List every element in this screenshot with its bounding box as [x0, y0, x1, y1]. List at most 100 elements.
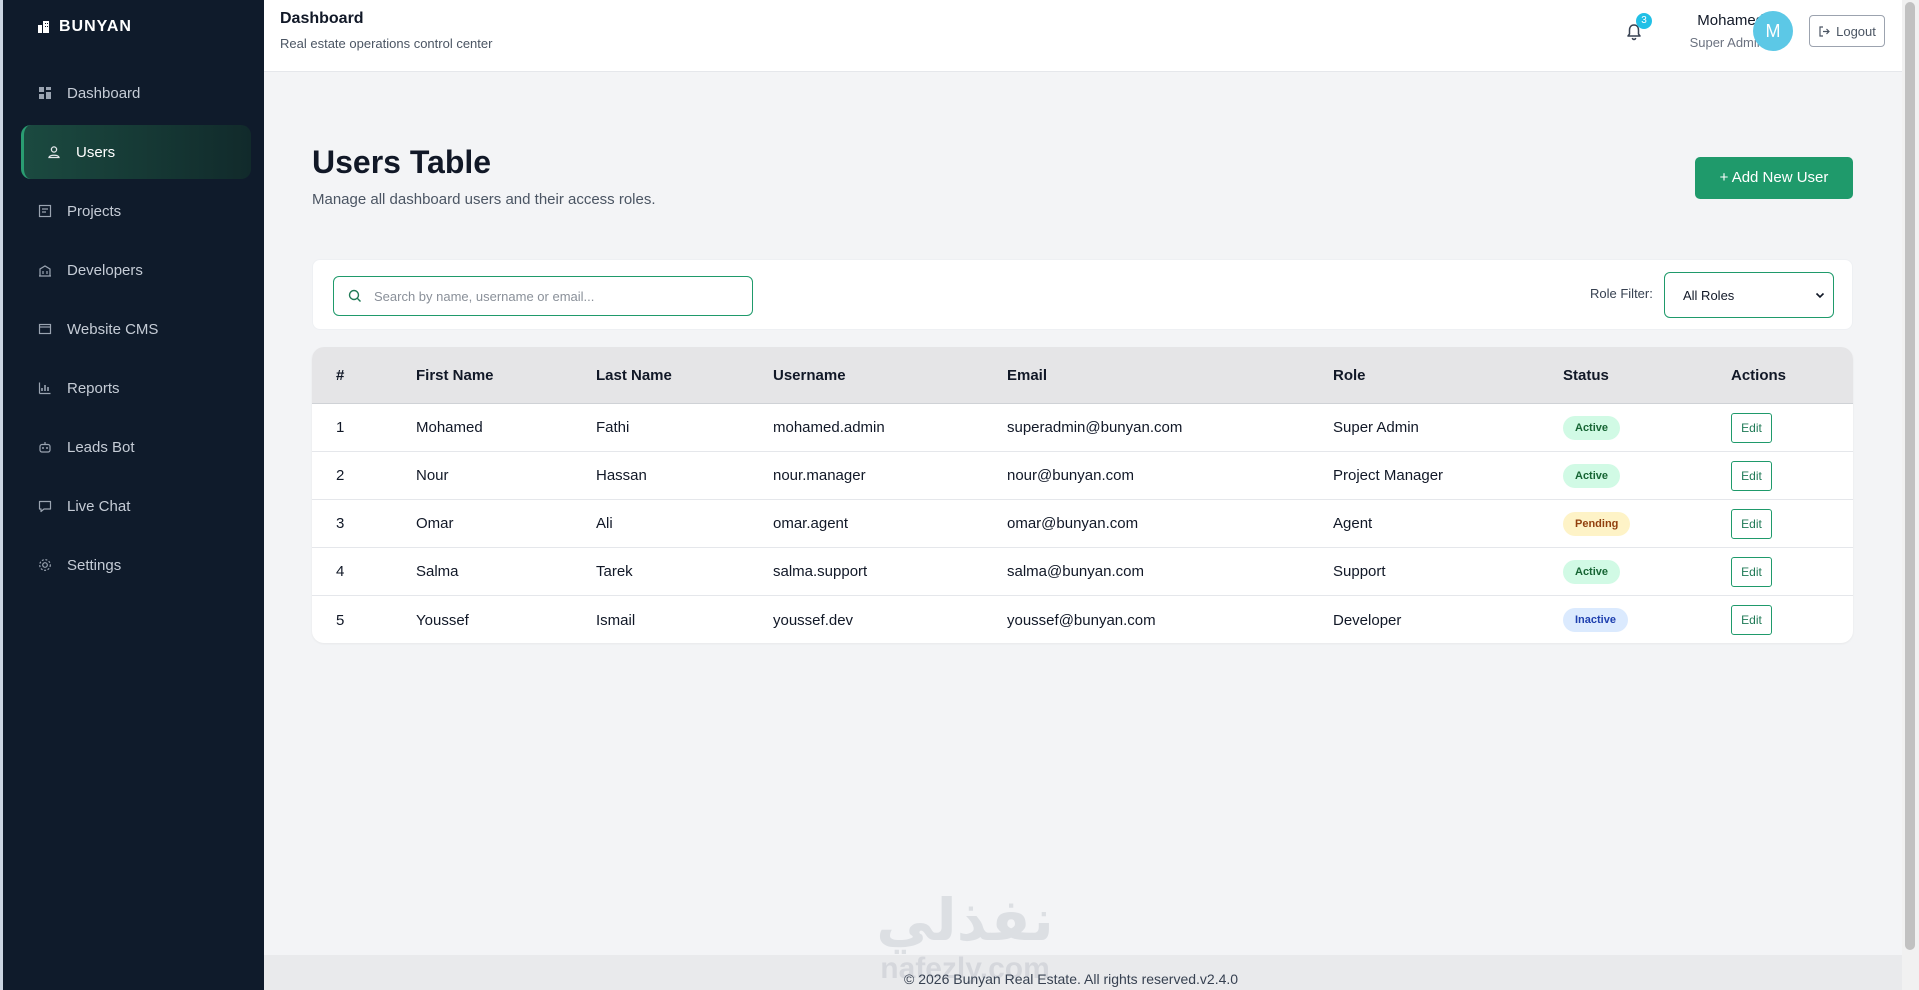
page-subtitle: Manage all dashboard users and their acc… [312, 191, 656, 208]
status-cell: Active [1563, 559, 1731, 584]
brand-logo[interactable]: BUNYAN [37, 18, 132, 36]
email-cell: salma@bunyan.com [1007, 563, 1144, 580]
building-logo-icon [38, 21, 49, 33]
sidebar-item-label: Website CMS [67, 320, 159, 338]
chart-icon [37, 380, 53, 396]
scrollbar-thumb[interactable] [1905, 2, 1915, 950]
status-cell: Active [1563, 415, 1731, 440]
page-header-subtitle: Real estate operations control center [280, 36, 493, 51]
role-cell: Agent [1333, 515, 1373, 532]
sidebar: BUNYAN Dashboard Users Projects Developers W… [0, 0, 264, 990]
page-header-title: Dashboard [280, 10, 364, 27]
role-cell: Developer [1333, 611, 1402, 629]
username-cell: youssef.dev [773, 611, 854, 629]
notification-badge: 3 [1636, 13, 1652, 29]
last-name-cell: Hassan [596, 467, 647, 484]
footer-text: © 2026 Bunyan Real Estate. All rights re… [904, 971, 1239, 987]
users-icon [46, 144, 62, 160]
email-cell: superadmin@bunyan.com [1007, 419, 1183, 436]
table-body: 1 Mohamed Fathi mohamed.admin superadmin@bun… [312, 404, 1853, 643]
row-number: 1 [336, 419, 345, 436]
sidebar-item-developers[interactable]: Developers [21, 243, 251, 297]
sidebar-item-live-chat[interactable]: Live Chat [21, 479, 251, 533]
username-cell: omar.agent [773, 515, 849, 532]
sidebar-item-label: Live Chat [67, 497, 131, 515]
search-box[interactable] [333, 276, 753, 316]
column-header: Email [1007, 366, 1048, 384]
edit-button[interactable]: Edit [1731, 460, 1772, 491]
table-row: 2 Nour Hassan nour.manager nour@bunyan.com Pr… [312, 452, 1853, 500]
edit-button[interactable]: Edit [1731, 556, 1772, 587]
filter-bar: Role Filter: All Roles [312, 259, 1853, 330]
table-row: 1 Mohamed Fathi mohamed.admin superadmin@bun… [312, 404, 1853, 452]
gear-icon [37, 557, 53, 573]
first-name-cell: Mohamed [416, 419, 483, 436]
logout-button[interactable]: Logout [1809, 15, 1885, 47]
sidebar-item-leads-bot[interactable]: Leads Bot [21, 420, 251, 474]
status-cell: Pending [1563, 511, 1731, 536]
email-cell: omar@bunyan.com [1007, 515, 1139, 532]
sidebar-item-website-cms[interactable]: Website CMS [21, 302, 251, 356]
edit-button[interactable]: Edit [1731, 605, 1772, 635]
topbar: Dashboard Real estate operations control… [264, 0, 1902, 72]
row-number: 3 [336, 515, 345, 532]
column-header: First Name [416, 366, 494, 384]
sidebar-item-reports[interactable]: Reports [21, 361, 251, 415]
column-header: Last Name [596, 366, 672, 384]
status-badge: Active [1563, 415, 1621, 440]
last-name-cell: Ali [596, 515, 613, 532]
sidebar-item-projects[interactable]: Projects [21, 184, 251, 238]
sidebar-item-label: Dashboard [67, 84, 141, 102]
first-name-cell: Salma [416, 563, 459, 580]
status-cell: Inactive [1563, 608, 1731, 632]
column-header: Actions [1731, 366, 1787, 384]
row-number: 4 [336, 563, 345, 580]
last-name-cell: Tarek [596, 563, 633, 580]
projects-icon [37, 203, 53, 219]
actions-cell: Edit [1731, 605, 1851, 635]
first-name-cell: Youssef [416, 611, 469, 629]
search-input[interactable] [374, 288, 734, 304]
column-header: Role [1333, 366, 1366, 384]
actions-cell: Edit [1731, 412, 1851, 443]
add-user-button[interactable]: + Add New User [1695, 157, 1853, 199]
status-badge: Active [1563, 463, 1621, 488]
cms-icon [37, 321, 53, 337]
actions-cell: Edit [1731, 508, 1851, 539]
status-badge: Active [1563, 559, 1621, 584]
building-icon [37, 262, 53, 278]
avatar[interactable]: M [1753, 11, 1793, 51]
status-badge: Inactive [1563, 608, 1628, 632]
sidebar-item-label: Projects [67, 202, 122, 220]
sidebar-nav: Dashboard Users Projects Developers Website … [21, 66, 251, 597]
edit-button[interactable]: Edit [1731, 508, 1772, 539]
email-cell: nour@bunyan.com [1007, 467, 1134, 484]
sidebar-item-settings[interactable]: Settings [21, 538, 251, 592]
column-header: Username [773, 366, 846, 384]
chat-icon [37, 498, 53, 514]
row-number: 5 [336, 611, 345, 629]
table-row: 5 Youssef Ismail youssef.dev youssef@bunyan.… [312, 596, 1853, 643]
actions-cell: Edit [1731, 460, 1851, 491]
sidebar-item-label: Reports [67, 379, 120, 397]
user-name: Mohamed [1697, 12, 1764, 29]
sidebar-item-users[interactable]: Users [21, 125, 251, 179]
status-badge: Pending [1563, 511, 1631, 536]
brand-name: BUNYAN [59, 18, 132, 35]
last-name-cell: Fathi [596, 419, 630, 436]
edit-button[interactable]: Edit [1731, 412, 1772, 443]
last-name-cell: Ismail [596, 611, 636, 629]
table-row: 3 Omar Ali omar.agent omar@bunyan.com Agent Pe… [312, 500, 1853, 548]
grid-icon [37, 85, 53, 101]
sidebar-item-label: Leads Bot [67, 438, 135, 456]
sidebar-item-dashboard[interactable]: Dashboard [21, 66, 251, 120]
table-row: 4 Salma Tarek salma.support salma@bunyan.com… [312, 548, 1853, 596]
role-filter-select[interactable]: All Roles [1664, 272, 1834, 318]
search-icon [348, 289, 361, 302]
logout-label: Logout [1836, 23, 1876, 39]
table-header: # First Name Last Name Username Email Role Sta… [312, 347, 1853, 404]
column-header: # [336, 366, 345, 384]
first-name-cell: Omar [416, 515, 454, 532]
role-cell: Project Manager [1333, 467, 1444, 484]
username-cell: salma.support [773, 563, 868, 580]
